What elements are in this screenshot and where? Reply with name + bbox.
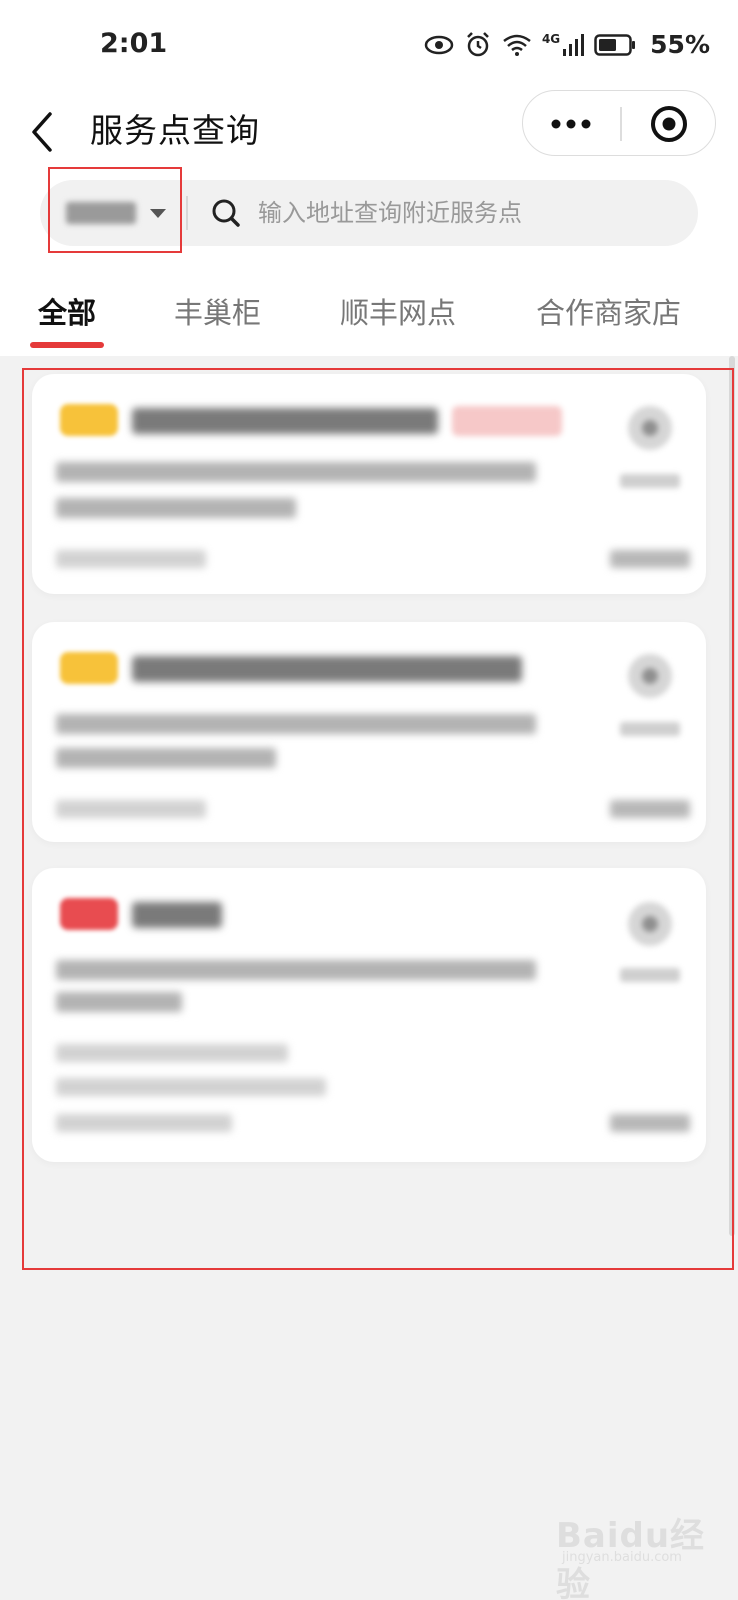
baidu-watermark: Baidu经验 jingyan.baidu.com	[556, 1508, 738, 1600]
back-arrow-icon[interactable]	[24, 108, 64, 156]
tab-sf-outlets[interactable]: 顺丰网点	[340, 290, 456, 332]
tab-partner-stores[interactable]: 合作商家店	[536, 290, 681, 332]
network-type: 4G	[541, 31, 561, 46]
status-bar: 2:01 4G 55%	[0, 0, 738, 90]
status-icons: 4G 55%	[424, 30, 710, 59]
list-highlight-box	[22, 368, 734, 1270]
mini-program-capsule	[522, 90, 716, 156]
signal-icon	[563, 33, 585, 56]
tab-all[interactable]: 全部	[38, 290, 96, 332]
alarm-icon	[467, 31, 489, 56]
more-dots-icon	[551, 119, 591, 129]
tab-active-indicator	[30, 342, 104, 348]
target-close-icon	[651, 106, 687, 142]
category-tabs: 全部 丰巢柜 顺丰网点 合作商家店	[0, 258, 738, 356]
search-input[interactable]	[258, 180, 678, 246]
close-button[interactable]	[621, 91, 717, 157]
tab-hive-locker[interactable]: 丰巢柜	[174, 290, 261, 332]
search-divider	[186, 196, 188, 230]
eye-icon	[424, 35, 454, 54]
city-highlight-box	[48, 167, 182, 253]
battery-icon	[594, 33, 636, 56]
more-button[interactable]	[523, 91, 619, 157]
battery-percent: 55%	[650, 30, 710, 59]
watermark-url: jingyan.baidu.com	[562, 1550, 682, 1565]
status-time: 2:01	[100, 28, 168, 59]
search-icon	[212, 199, 240, 227]
page-title: 服务点查询	[90, 111, 260, 150]
wifi-icon	[503, 34, 531, 56]
